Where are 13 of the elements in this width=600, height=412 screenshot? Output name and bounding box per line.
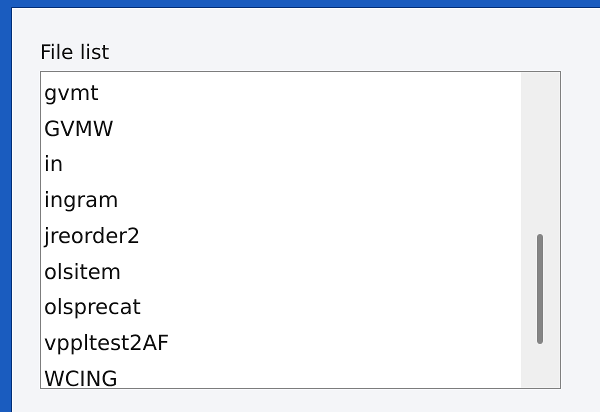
file-list-item[interactable]: gvmt xyxy=(41,76,521,112)
file-list-item[interactable]: vppltest2AF xyxy=(41,326,521,362)
scrollbar-thumb[interactable] xyxy=(537,234,543,344)
file-list-item[interactable]: olsprecat xyxy=(41,290,521,326)
file-list-item[interactable]: WCING xyxy=(41,362,521,388)
file-list[interactable]: gvmt GVMW in ingram jreorder2 olsitem olsprecat vppltest2AF WCING xyxy=(40,71,561,389)
file-list-item[interactable]: olsitem xyxy=(41,254,521,290)
file-list-item[interactable]: ingram xyxy=(41,183,521,219)
scrollbar[interactable] xyxy=(521,72,560,388)
file-list-label: File list xyxy=(40,40,110,64)
file-list-item[interactable]: GVMW xyxy=(41,112,521,148)
file-list-item[interactable]: jreorder2 xyxy=(41,218,521,255)
file-list-item[interactable]: in xyxy=(41,147,521,184)
